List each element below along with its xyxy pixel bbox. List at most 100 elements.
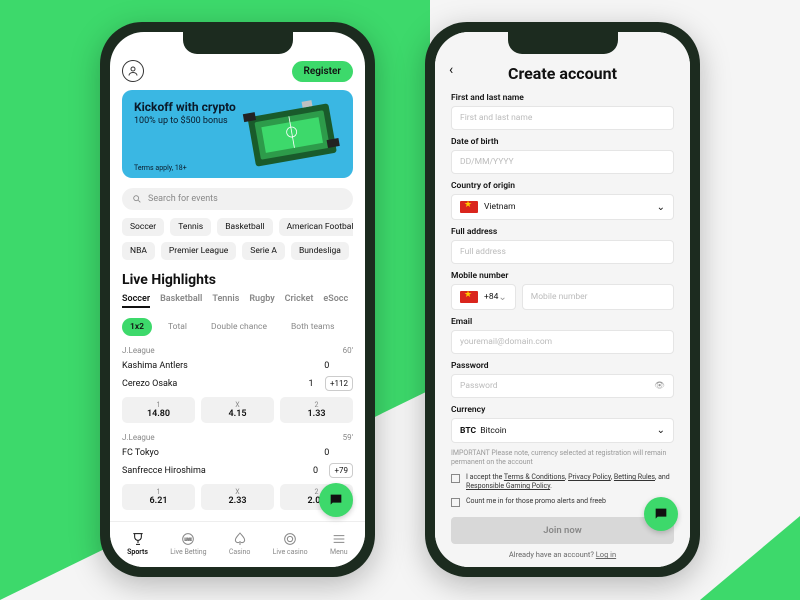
section-title: Live Highlights	[122, 272, 353, 288]
svg-text:LIVE: LIVE	[185, 537, 192, 541]
dob-field[interactable]: DD/MM/YYYY	[451, 150, 674, 174]
label-address: Full address	[451, 227, 674, 237]
chip-tennis[interactable]: Tennis	[170, 218, 211, 236]
nav-casino[interactable]: Casino	[229, 531, 251, 556]
chat-fab[interactable]	[319, 483, 353, 517]
checkbox-icon[interactable]	[451, 474, 460, 483]
eye-icon[interactable]: 👁	[654, 381, 665, 391]
chip-american-football[interactable]: American Football	[279, 218, 353, 236]
password-field[interactable]: Password👁	[451, 374, 674, 398]
sport-chips-row2: NBA Premier League Serie A Bundesliga J.…	[122, 242, 353, 260]
chip-basketball[interactable]: Basketball	[217, 218, 272, 236]
chat-icon	[653, 506, 669, 522]
match-card[interactable]: J.League 60' Kashima Antlers 0 - Cerezo …	[122, 346, 353, 423]
chip-nba[interactable]: NBA	[122, 242, 155, 260]
more-bets-button[interactable]: +112	[325, 376, 353, 391]
promo-terms: Terms apply, 18+	[134, 164, 187, 172]
nav-live-betting[interactable]: LIVELive Betting	[170, 531, 206, 556]
tab-basketball[interactable]: Basketball	[160, 294, 202, 308]
back-button[interactable]: ‹	[449, 62, 453, 78]
bottom-nav: Sports LIVELive Betting Casino Live casi…	[110, 521, 365, 567]
label-password: Password	[451, 361, 674, 371]
responsible-gaming-link[interactable]: Responsible Gaming Policy	[466, 482, 550, 490]
menu-icon	[331, 531, 347, 547]
name-field[interactable]: First and last name	[451, 106, 674, 130]
away-team: Cerezo Osaka	[122, 379, 301, 389]
chat-fab[interactable]	[644, 497, 678, 531]
search-input[interactable]: Search for events	[122, 188, 353, 210]
nav-menu[interactable]: Menu	[330, 531, 348, 556]
privacy-link[interactable]: Privacy Policy	[568, 473, 611, 481]
label-currency: Currency	[451, 405, 674, 415]
match-minute: 59'	[343, 433, 353, 442]
trophy-icon	[130, 531, 146, 547]
chip-serie-a[interactable]: Serie A	[242, 242, 285, 260]
chevron-down-icon: ⌄	[498, 292, 506, 303]
home-team: Kashima Antlers	[122, 361, 317, 371]
bettype-both-teams[interactable]: Both teams	[283, 318, 342, 336]
odd-home[interactable]: 16.21	[122, 484, 195, 510]
flag-vietnam-icon	[460, 291, 478, 303]
odd-home[interactable]: 114.80	[122, 397, 195, 423]
more-bets-button[interactable]: +79	[329, 463, 353, 478]
label-mobile: Mobile number	[451, 271, 674, 281]
live-icon: LIVE	[180, 531, 196, 547]
email-field[interactable]: youremail@domain.com	[451, 330, 674, 354]
terms-checkbox-row[interactable]: I accept the Terms & Conditions, Privacy…	[451, 473, 674, 491]
promo-art	[237, 96, 347, 172]
login-link[interactable]: Log in	[596, 550, 616, 559]
nav-sports[interactable]: Sports	[127, 531, 148, 556]
tab-tennis[interactable]: Tennis	[212, 294, 239, 308]
chip-bundesliga[interactable]: Bundesliga	[291, 242, 349, 260]
label-country: Country of origin	[451, 181, 674, 191]
spade-icon	[232, 531, 248, 547]
mobile-code-select[interactable]: +84⌄	[451, 284, 516, 310]
currency-select[interactable]: BTC Bitcoin ⌄	[451, 418, 674, 443]
away-score: 0	[305, 466, 325, 476]
currency-note: IMPORTANT Please note, currency selected…	[451, 449, 674, 467]
promo-checkbox-row[interactable]: Count me in for those promo alerts and f…	[451, 497, 674, 507]
chevron-down-icon: ⌄	[657, 425, 665, 436]
promo-banner[interactable]: Kickoff with crypto 100% up to $500 bonu…	[122, 90, 353, 178]
label-dob: Date of birth	[451, 137, 674, 147]
bettype-double-chance[interactable]: Double chance	[203, 318, 275, 336]
bettype-total[interactable]: Total	[160, 318, 195, 336]
mobile-field[interactable]: Mobile number	[522, 284, 674, 310]
home-score: 0	[317, 361, 337, 371]
tab-soccer[interactable]: Soccer	[122, 294, 150, 308]
home-score: 0	[317, 448, 337, 458]
join-now-button[interactable]: Join now	[451, 517, 674, 544]
chip-premier-league[interactable]: Premier League	[161, 242, 236, 260]
odd-draw[interactable]: X4.15	[201, 397, 274, 423]
chat-icon	[328, 492, 344, 508]
tab-cricket[interactable]: Cricket	[285, 294, 314, 308]
label-email: Email	[451, 317, 674, 327]
away-score: 1	[301, 379, 321, 389]
account-icon[interactable]	[122, 60, 144, 82]
page-title: Create account	[451, 64, 674, 83]
search-icon	[132, 194, 142, 204]
bettype-1x2[interactable]: 1x2	[122, 318, 152, 336]
odd-away[interactable]: 21.33	[280, 397, 353, 423]
address-field[interactable]: Full address	[451, 240, 674, 264]
chevron-down-icon: ⌄	[657, 202, 665, 213]
login-line: Already have an account? Log in	[451, 550, 674, 559]
away-team: Sanfrecce Hiroshima	[122, 466, 305, 476]
nav-live-casino[interactable]: Live casino	[273, 531, 308, 556]
tab-esoccer[interactable]: eSocc	[323, 294, 348, 308]
match-league: J.League	[122, 433, 155, 442]
checkbox-icon[interactable]	[451, 498, 460, 507]
home-team: FC Tokyo	[122, 448, 317, 458]
phone-notch	[508, 32, 618, 54]
chip-icon	[282, 531, 298, 547]
country-select[interactable]: Vietnam ⌄	[451, 194, 674, 220]
chip-soccer[interactable]: Soccer	[122, 218, 164, 236]
terms-link[interactable]: Terms & Conditions	[504, 473, 565, 481]
betting-rules-link[interactable]: Betting Rules	[614, 473, 655, 481]
flag-vietnam-icon	[460, 201, 478, 213]
tab-rugby[interactable]: Rugby	[249, 294, 274, 308]
odd-draw[interactable]: X2.33	[201, 484, 274, 510]
register-button[interactable]: Register	[292, 61, 354, 82]
bet-type-row: 1x2 Total Double chance Both teams	[122, 318, 353, 336]
live-tabs: Soccer Basketball Tennis Rugby Cricket e…	[122, 294, 353, 308]
